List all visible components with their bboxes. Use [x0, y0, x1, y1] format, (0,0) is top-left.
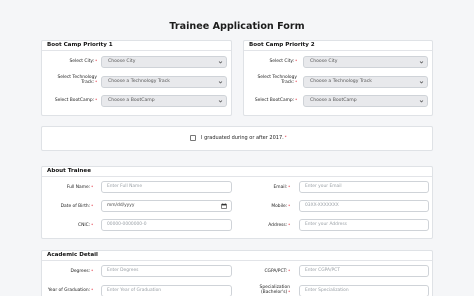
- dob-label: Date of Birth:*: [60, 204, 93, 209]
- priority2-heading: Boot Camp Priority 2: [249, 42, 315, 48]
- priority1-city-label: Select City:*: [69, 59, 97, 64]
- email-input[interactable]: Enter your Email: [299, 181, 429, 193]
- priority2-divider: [244, 50, 432, 51]
- priority2-track-select[interactable]: Choose a Technology Track: [303, 76, 428, 88]
- priority1-track-value: Choose a Technology Track: [108, 79, 170, 84]
- priority2-track-value: Choose a Technology Track: [310, 79, 372, 84]
- priority1-bootcamp-select[interactable]: Choose a BootCamp: [101, 95, 227, 107]
- mobile-label: Mobile:*: [271, 204, 290, 209]
- mobile-input[interactable]: 03XX-XXXXXXX: [299, 200, 429, 212]
- priority1-heading: Boot Camp Priority 1: [47, 42, 113, 48]
- full-name-label: Full Name:*: [66, 185, 93, 190]
- academic-divider: [42, 260, 432, 261]
- year-input[interactable]: Enter Year of Graduation: [101, 285, 232, 296]
- degrees-label: Degrees:*: [70, 269, 93, 274]
- priority2-bootcamp-select[interactable]: Choose a BootCamp: [303, 95, 428, 107]
- cnic-input[interactable]: 00000-0000000-0: [101, 219, 232, 231]
- email-label: Email:*: [273, 185, 290, 190]
- chevron-down-icon: [419, 81, 424, 84]
- calendar-icon[interactable]: [221, 203, 227, 209]
- priority1-city-value: Choose City: [108, 59, 136, 64]
- chevron-down-icon: [218, 61, 223, 64]
- academic-detail-card: Academic Detail Degrees:* Enter Degrees …: [41, 250, 433, 296]
- chevron-down-icon: [218, 81, 223, 84]
- priority1-bootcamp-value: Choose a BootCamp: [108, 98, 155, 103]
- address-label: Address:*: [268, 223, 290, 228]
- cnic-label: CNIC:*: [78, 223, 93, 228]
- cgpa-input[interactable]: Enter CGPA/PCT: [299, 265, 429, 277]
- priority2-bootcamp-value: Choose a BootCamp: [310, 98, 357, 103]
- specialization-label: Specialization (Bachelor's)*: [259, 285, 290, 295]
- address-input[interactable]: Enter your Address: [299, 219, 429, 231]
- dob-placeholder: mm/dd/yyyy: [107, 203, 135, 208]
- about-divider: [42, 176, 432, 177]
- priority2-city-label: Select City:*: [269, 59, 297, 64]
- dob-input[interactable]: mm/dd/yyyy: [101, 200, 232, 212]
- degrees-input[interactable]: Enter Degrees: [101, 265, 232, 277]
- graduated-label: I graduated during or after 2017.*: [201, 135, 287, 141]
- priority1-card: Boot Camp Priority 1 Select City:* Choos…: [41, 40, 232, 116]
- specialization-input[interactable]: Enter Specialization: [299, 285, 429, 296]
- priority1-city-select[interactable]: Choose City: [101, 56, 227, 68]
- priority1-track-label: Select Technology Track:*: [57, 75, 97, 85]
- page-title: Trainee Application Form: [169, 21, 305, 32]
- about-heading: About Trainee: [47, 168, 92, 174]
- year-label: Year of Graduation:*: [47, 288, 93, 293]
- priority2-city-select[interactable]: Choose City: [303, 56, 428, 68]
- graduation-card: I graduated during or after 2017.*: [41, 126, 433, 151]
- full-name-input[interactable]: Enter Full Name: [101, 181, 232, 193]
- priority2-bootcamp-label: Select BootCamp:*: [254, 98, 297, 103]
- priority2-track-label: Select Technology Track:*: [257, 75, 297, 85]
- priority1-divider: [42, 50, 231, 51]
- chevron-down-icon: [419, 61, 424, 64]
- cgpa-label: CGPA/PCT:*: [264, 269, 290, 274]
- about-trainee-card: About Trainee Full Name:* Enter Full Nam…: [41, 166, 433, 239]
- priority2-card: Boot Camp Priority 2 Select City:* Choos…: [243, 40, 433, 116]
- priority2-city-value: Choose City: [310, 59, 338, 64]
- chevron-down-icon: [419, 100, 424, 103]
- graduated-checkbox[interactable]: [190, 135, 196, 141]
- priority1-bootcamp-label: Select BootCamp:*: [54, 98, 97, 103]
- chevron-down-icon: [218, 100, 223, 103]
- academic-heading: Academic Detail: [47, 252, 98, 258]
- priority1-track-select[interactable]: Choose a Technology Track: [101, 76, 227, 88]
